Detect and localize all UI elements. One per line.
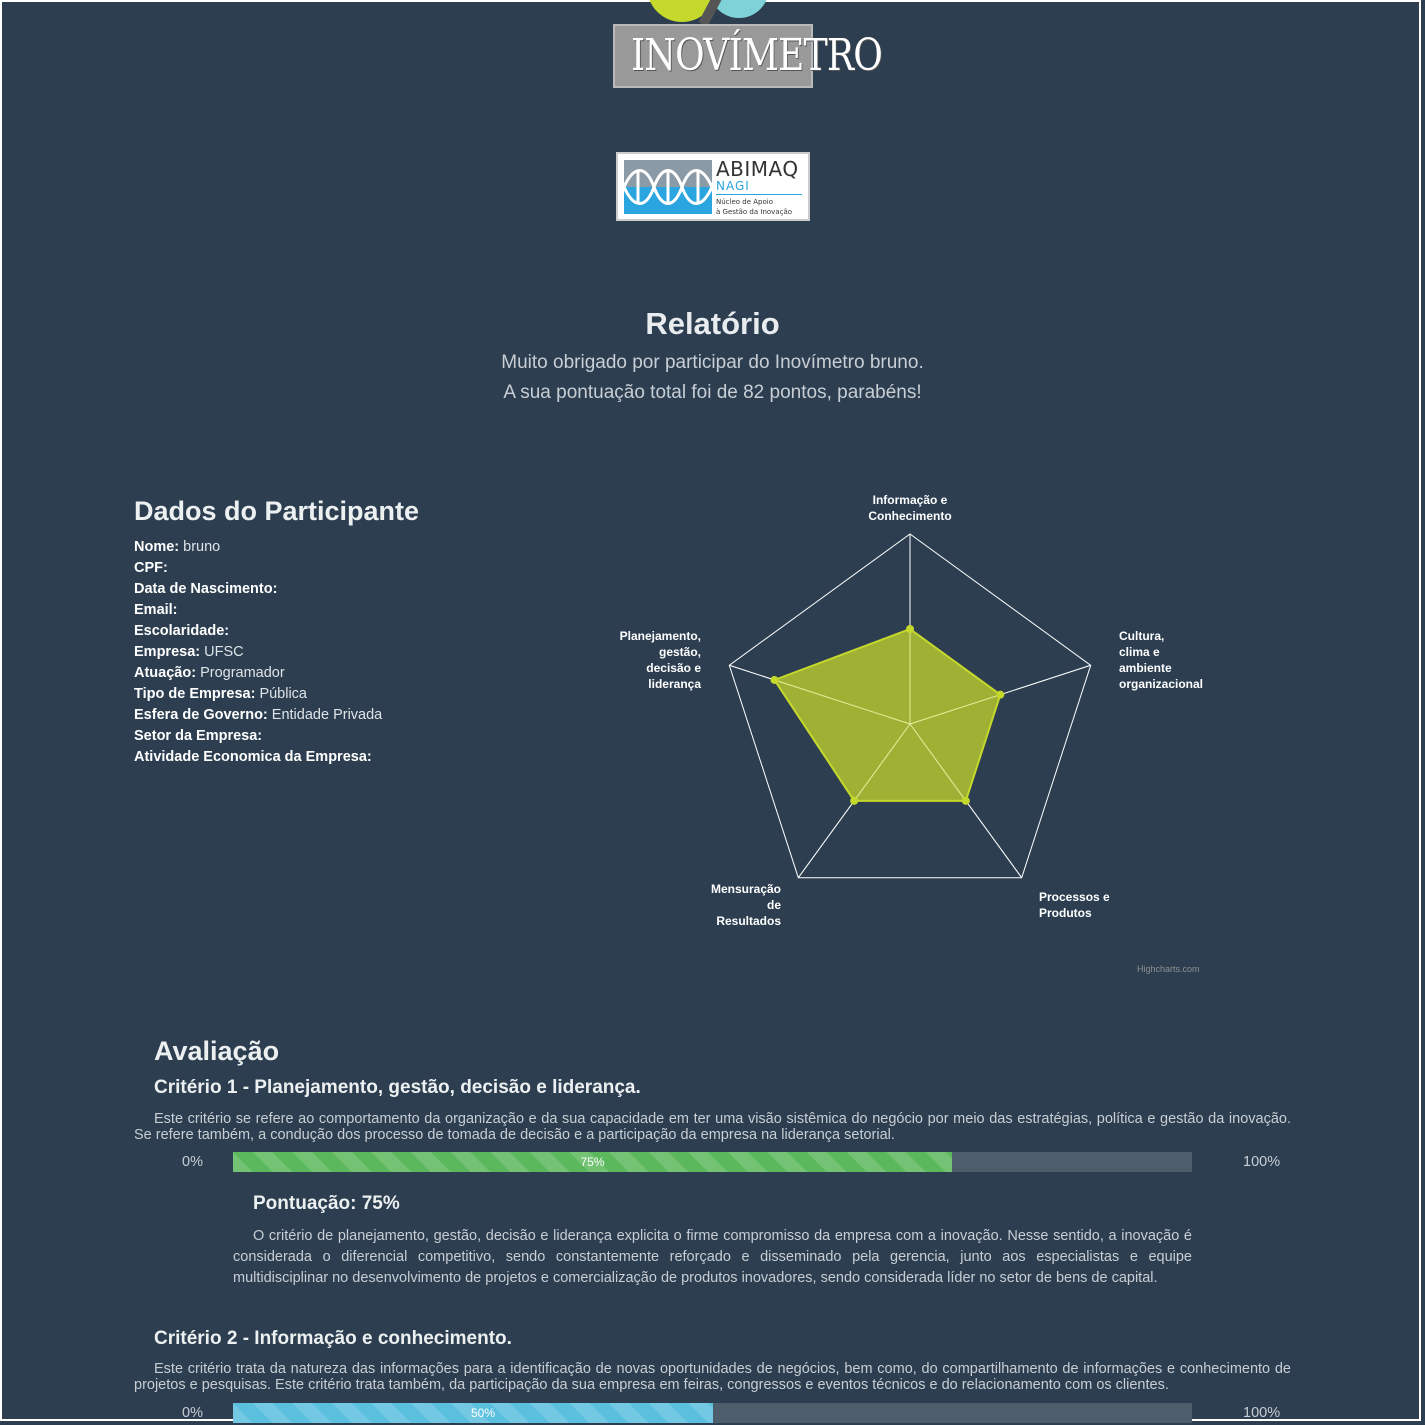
participant-field: Empresa: UFSC <box>134 642 554 663</box>
abimaq-name: ABIMAQ <box>716 157 799 181</box>
participant-field-label: Escolaridade: <box>134 623 230 639</box>
participant-field-label: Atividade Economica da Empresa: <box>134 749 372 765</box>
participant-field: Tipo de Empresa: Pública <box>134 684 554 705</box>
participant-field: Email: <box>134 600 554 621</box>
criterion-1-description: Este critério se refere ao comportamento… <box>134 1111 1291 1143</box>
participant-field-label: Atuação: <box>134 665 197 681</box>
page-title: Relatório <box>645 306 780 341</box>
participant-field: Esfera de Governo: Entidade Privada <box>134 705 554 726</box>
participant-field: Escolaridade: <box>134 621 554 642</box>
participant-field-value: bruno <box>183 539 221 555</box>
inovimetro-logo: INOVÍMETRO <box>613 0 883 88</box>
evaluation-heading: Avaliação <box>154 1036 280 1066</box>
criterion-1-title: Critério 1 - Planejamento, gestão, decis… <box>154 1077 641 1098</box>
radar-point <box>906 625 914 633</box>
participant-field-label: Empresa: <box>134 644 201 660</box>
inovimetro-logo-text: INOVÍMETRO <box>631 30 883 81</box>
participant-field-label: Data de Nascimento: <box>134 581 278 597</box>
criterion-1-progress-bar: 75% <box>233 1152 1192 1172</box>
chart-credit[interactable]: Highcharts.com <box>1137 964 1200 974</box>
thanks-message: Muito obrigado por participar do Inovíme… <box>501 352 924 373</box>
criterion-1-progress-label: 75% <box>580 1155 605 1169</box>
participant-field: Setor da Empresa: <box>134 726 554 747</box>
participant-field-value: Entidade Privada <box>271 707 383 723</box>
radar-axis-label: Planejamento, gestão, decisão e liderança <box>620 629 702 691</box>
abimaq-unit: NAGI <box>716 179 750 193</box>
radar-point <box>961 796 970 805</box>
participant-field-label: Email: <box>134 602 178 618</box>
abimaq-logo: ABIMAQ NAGI Núcleo de Apoio à Gestão da … <box>616 152 810 221</box>
radar-point <box>996 690 1005 699</box>
radar-axis-label: Processos e Produtos <box>1039 890 1110 920</box>
participant-field: Data de Nascimento: <box>134 579 554 600</box>
radar-series-area <box>772 627 1002 802</box>
participant-field: Atividade Economica da Empresa: <box>134 747 554 768</box>
criterion-1-max-label: 100% <box>1243 1154 1281 1170</box>
participant-field-value: Pública <box>259 686 307 702</box>
participant-field-label: Nome: <box>134 539 180 555</box>
participant-section: Dados do Participante Nome: bruno CPF: Da… <box>134 496 554 768</box>
criterion-2-progress-bar: 50% <box>233 1403 1192 1423</box>
participant-field-value: Programador <box>200 665 285 681</box>
abimaq-mark-icon <box>624 160 712 214</box>
participant-field-value: UFSC <box>204 644 244 660</box>
criterion-1-score-text: O critério de planejamento, gestão, deci… <box>233 1228 1192 1286</box>
radar-chart-svg: Informação e Conhecimento Cultura, clima ea… <box>620 493 1203 928</box>
participant-heading: Dados do Participante <box>134 496 420 526</box>
radar-chart: Informação e Conhecimento Cultura, clima ea… <box>600 480 1220 980</box>
participant-field-label: CPF: <box>134 560 168 576</box>
criterion-2-title: Critério 2 - Informação e conhecimento. <box>154 1328 512 1349</box>
participant-field-label: Esfera de Governo: <box>134 707 268 723</box>
criterion-2-description: Este critério trata da natureza das info… <box>134 1361 1291 1393</box>
score-message: A sua pontuação total foi de 82 pontos, … <box>503 382 922 403</box>
criterion-2-max-label: 100% <box>1243 1405 1281 1421</box>
criterion-2-progress-label: 50% <box>470 1406 496 1420</box>
criterion-1-min-label: 0% <box>182 1154 203 1170</box>
radar-point <box>850 796 859 805</box>
radar-point <box>770 675 779 684</box>
participant-field-label: Tipo de Empresa: <box>134 686 256 702</box>
participant-field: CPF: <box>134 558 554 579</box>
radar-axis-label: Informação e Conhecimento <box>868 493 951 523</box>
participant-field: Nome: bruno <box>134 537 554 558</box>
abimaq-subtitle: Núcleo de Apoio à Gestão da Inovação <box>716 198 793 216</box>
participant-field-label: Setor da Empresa: <box>134 728 263 744</box>
criterion-2-min-label: 0% <box>182 1405 203 1421</box>
radar-axis-label: Cultura, clima e ambiente organizacional <box>1119 629 1203 691</box>
participant-field: Atuação: Programador <box>134 663 554 684</box>
radar-axis-label: Mensuração de Resultados <box>711 882 781 928</box>
criterion-1-score-title: Pontuação: 75% <box>253 1193 400 1214</box>
